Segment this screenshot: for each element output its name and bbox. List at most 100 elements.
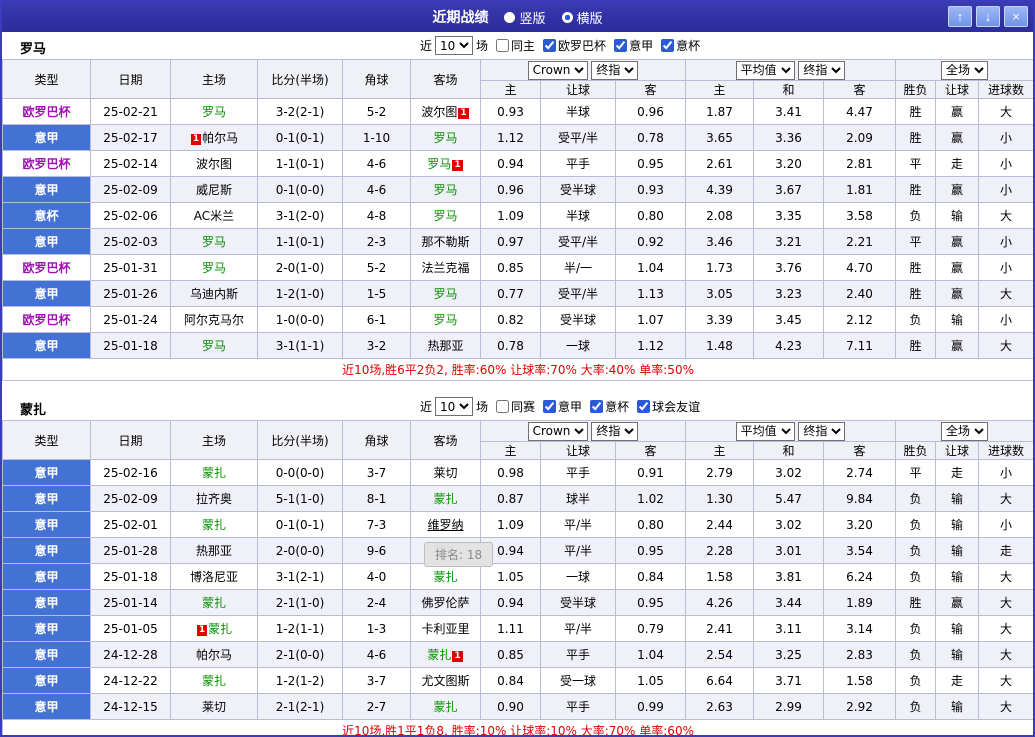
away-team-cell[interactable]: 罗马 (410, 176, 481, 203)
layout-horizontal-radio[interactable]: 横版 (561, 8, 603, 27)
same-home-checkbox[interactable] (496, 39, 510, 52)
same-home-filter[interactable]: 同主 (496, 37, 535, 54)
home-team-cell[interactable]: 蒙扎 (170, 589, 258, 616)
team-link[interactable]: 莱切 (202, 700, 226, 714)
home-team-cell[interactable]: 罗马 (170, 228, 258, 255)
away-team-cell[interactable]: 佛罗伦萨 (410, 589, 481, 616)
seriea-checkbox[interactable] (614, 39, 628, 52)
team-link[interactable]: 帕尔马 (196, 648, 232, 662)
team-link[interactable]: 蒙扎 (433, 492, 457, 506)
team-link[interactable]: 罗马 (433, 131, 457, 145)
league-filter-seriea[interactable]: 意甲 (543, 398, 582, 415)
team-link[interactable]: 蒙扎 (433, 570, 457, 584)
team-link[interactable]: 卡利亚里 (421, 622, 469, 636)
away-team-cell[interactable]: 热那亚 (410, 332, 481, 359)
team-link[interactable]: AC米兰 (194, 209, 234, 223)
away-team-cell[interactable]: 蒙扎 1 (410, 641, 481, 668)
team-link[interactable]: 博洛尼亚 (190, 570, 238, 584)
move-down-button[interactable]: ↓ (976, 6, 1000, 27)
team-link[interactable]: 罗马 (433, 183, 457, 197)
team-link[interactable]: 罗马 (427, 157, 451, 171)
league-filter-cup[interactable]: 意杯 (590, 398, 629, 415)
team-link[interactable]: 罗马 (202, 235, 226, 249)
odds-time-select[interactable]: 终指 (591, 60, 639, 80)
bookmaker-select[interactable]: Crown (527, 60, 588, 80)
match-count-select[interactable]: 10 (435, 36, 474, 55)
team-link[interactable]: 罗马 (433, 287, 457, 301)
team-link[interactable]: 蒙扎 (433, 700, 457, 714)
away-team-cell[interactable]: 卡利亚里 (410, 615, 481, 642)
team-link[interactable]: 罗马 (433, 313, 457, 327)
close-button[interactable]: × (1004, 6, 1028, 27)
home-team-cell[interactable]: AC米兰 (170, 202, 258, 229)
cup-checkbox[interactable] (661, 39, 675, 52)
team-link[interactable]: 那不勒斯 (421, 235, 469, 249)
away-team-cell[interactable]: 那不勒斯 (410, 228, 481, 255)
team-link[interactable]: 蒙扎 (427, 648, 451, 662)
avg-select[interactable]: 平均值 (735, 421, 795, 441)
odds-time-select[interactable]: 终指 (591, 421, 639, 441)
home-team-cell[interactable]: 罗马 (170, 254, 258, 281)
europa-checkbox[interactable] (543, 39, 557, 52)
away-team-cell[interactable]: 罗马 (410, 124, 481, 151)
away-team-cell[interactable]: 法兰克福 (410, 254, 481, 281)
team-link[interactable]: 罗马 (202, 339, 226, 353)
away-team-cell[interactable]: 波尔图 1 (410, 98, 481, 125)
home-team-cell[interactable]: 1 帕尔马 (170, 124, 258, 151)
away-team-cell[interactable]: 罗马 1 (410, 150, 481, 177)
home-team-cell[interactable]: 波尔图 (170, 150, 258, 177)
home-team-cell[interactable]: 蒙扎 (170, 511, 258, 538)
home-team-cell[interactable]: 博洛尼亚 (170, 563, 258, 590)
home-team-cell[interactable]: 莱切 (170, 693, 258, 720)
team-link[interactable]: 拉齐奥 (196, 492, 232, 506)
home-team-cell[interactable]: 帕尔马 (170, 641, 258, 668)
scope-select[interactable]: 全场 (941, 421, 989, 441)
team-link[interactable]: 热那亚 (196, 544, 232, 558)
home-team-cell[interactable]: 威尼斯 (170, 176, 258, 203)
league-filter-friendly[interactable]: 球会友谊 (637, 398, 700, 415)
team-link[interactable]: 罗马 (433, 209, 457, 223)
same-league-filter[interactable]: 同赛 (496, 398, 535, 415)
friendly-checkbox[interactable] (637, 400, 651, 413)
team-link[interactable]: 波尔图 (421, 105, 457, 119)
away-team-cell[interactable]: 莱切 (410, 459, 481, 486)
cup-checkbox[interactable] (590, 400, 604, 413)
home-team-cell[interactable]: 拉齐奥 (170, 485, 258, 512)
avg-select[interactable]: 平均值 (735, 60, 795, 80)
layout-vertical-radio[interactable]: 竖版 (504, 8, 546, 27)
away-team-cell[interactable]: 蒙扎 (410, 485, 481, 512)
team-link[interactable]: 热那亚 (427, 339, 463, 353)
away-team-cell[interactable]: 蒙扎 (410, 693, 481, 720)
home-team-cell[interactable]: 罗马 (170, 98, 258, 125)
away-team-cell[interactable]: 维罗纳 (410, 511, 481, 538)
league-filter-cup[interactable]: 意杯 (661, 37, 700, 54)
team-link[interactable]: 法兰克福 (421, 261, 469, 275)
team-link[interactable]: 蒙扎 (202, 596, 226, 610)
team-link[interactable]: 乌迪内斯 (190, 287, 238, 301)
team-link[interactable]: 蒙扎 (208, 622, 232, 636)
team-link[interactable]: 阿尔克马尔 (184, 313, 244, 327)
team-link[interactable]: 维罗纳 (427, 518, 463, 532)
team-link[interactable]: 罗马 (202, 261, 226, 275)
team-link[interactable]: 罗马 (202, 105, 226, 119)
avg-time-select[interactable]: 终指 (798, 421, 846, 441)
team-link[interactable]: 佛罗伦萨 (421, 596, 469, 610)
team-link[interactable]: 蒙扎 (202, 466, 226, 480)
team-link[interactable]: 尤文图斯 (421, 674, 469, 688)
team-link[interactable]: 蒙扎 (202, 518, 226, 532)
team-link[interactable]: 威尼斯 (196, 183, 232, 197)
bookmaker-select[interactable]: Crown (527, 421, 588, 441)
away-team-cell[interactable]: 罗马 (410, 306, 481, 333)
away-team-cell[interactable]: 罗马 (410, 280, 481, 307)
away-team-cell[interactable]: 罗马 (410, 202, 481, 229)
away-team-cell[interactable]: 蒙扎 (410, 563, 481, 590)
home-team-cell[interactable]: 1 蒙扎 (170, 615, 258, 642)
scope-select[interactable]: 全场 (941, 60, 989, 80)
league-filter-seriea[interactable]: 意甲 (614, 37, 653, 54)
home-team-cell[interactable]: 阿尔克马尔 (170, 306, 258, 333)
home-team-cell[interactable]: 热那亚 (170, 537, 258, 564)
team-link[interactable]: 帕尔马 (202, 131, 238, 145)
home-team-cell[interactable]: 蒙扎 (170, 667, 258, 694)
same-league-checkbox[interactable] (496, 400, 510, 413)
team-link[interactable]: 蒙扎 (202, 674, 226, 688)
